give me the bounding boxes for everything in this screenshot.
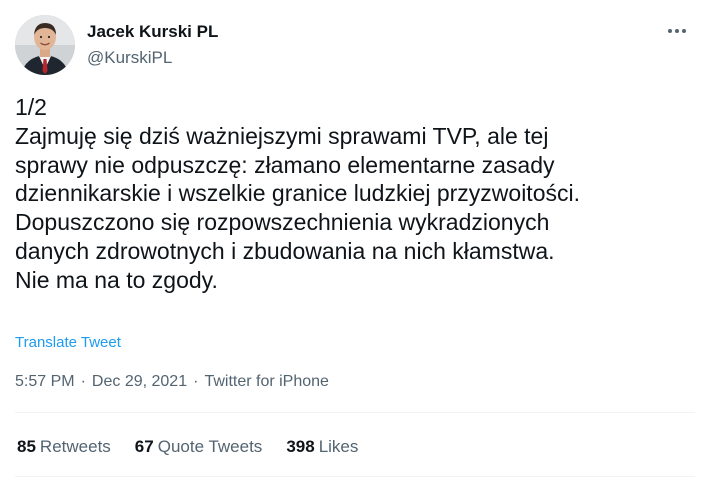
meta-separator: · bbox=[80, 373, 86, 390]
author-names: Jacek Kurski PL @KurskiPL bbox=[87, 21, 218, 69]
tweet-text-line: Dopuszczono się rozpowszechnienia wykrad… bbox=[15, 209, 550, 236]
tweet-text: 1/2 Zajmuję się dziś ważniejszymi sprawa… bbox=[15, 93, 695, 295]
tweet-meta: 5:57 PM · Dec 29, 2021 · Twitter for iPhone bbox=[15, 373, 335, 391]
quote-tweets-stat[interactable]: 67 Quote Tweets bbox=[135, 437, 263, 457]
retweets-count: 85 bbox=[17, 437, 36, 456]
quote-tweets-count: 67 bbox=[134, 437, 154, 456]
avatar[interactable] bbox=[15, 15, 75, 75]
tweet-source[interactable]: Twitter for iPhone bbox=[204, 373, 329, 390]
tweet-date[interactable]: Dec 29, 2021 bbox=[92, 373, 187, 390]
tweet-text-line: dziennikarskie i wszelkie granice ludzki… bbox=[15, 180, 580, 207]
tweet-text-line: 1/2 bbox=[15, 94, 47, 120]
tweet-header: Jacek Kurski PL @KurskiPL bbox=[15, 15, 695, 81]
tweet-card: Jacek Kurski PL @KurskiPL 1/2 Zajmuję si… bbox=[0, 0, 708, 491]
divider bbox=[15, 476, 695, 477]
divider bbox=[15, 412, 695, 413]
profile-photo bbox=[15, 15, 75, 75]
retweets-stat[interactable]: 85 Retweets bbox=[17, 437, 111, 457]
tweet-text-line: danych zdrowotnych i zbudowania na nich … bbox=[15, 237, 555, 264]
tweet-text-line: sprawy nie odpuszczę: złamano elementarn… bbox=[15, 151, 555, 178]
likes-stat[interactable]: 398 Likes bbox=[286, 437, 358, 457]
quote-tweets-label: Quote Tweets bbox=[157, 437, 263, 456]
retweets-label: Retweets bbox=[39, 437, 111, 456]
translate-tweet-link[interactable]: Translate Tweet bbox=[15, 334, 121, 351]
author-handle[interactable]: @KurskiPL bbox=[87, 47, 218, 69]
tweet-text-line: Zajmuję się dziś ważniejszymi sprawami T… bbox=[15, 122, 549, 149]
more-horizontal-icon bbox=[668, 29, 686, 33]
tweet-text-line: Nie ma na to zgody. bbox=[15, 266, 218, 293]
likes-label: Likes bbox=[318, 437, 359, 456]
tweet-stats: 85 Retweets 67 Quote Tweets 398 Likes bbox=[17, 437, 382, 457]
meta-separator: · bbox=[193, 373, 199, 390]
likes-count: 398 bbox=[286, 437, 315, 456]
tweet-time[interactable]: 5:57 PM bbox=[15, 373, 75, 390]
author-display-name[interactable]: Jacek Kurski PL bbox=[87, 21, 218, 43]
more-options-button[interactable] bbox=[663, 17, 691, 45]
